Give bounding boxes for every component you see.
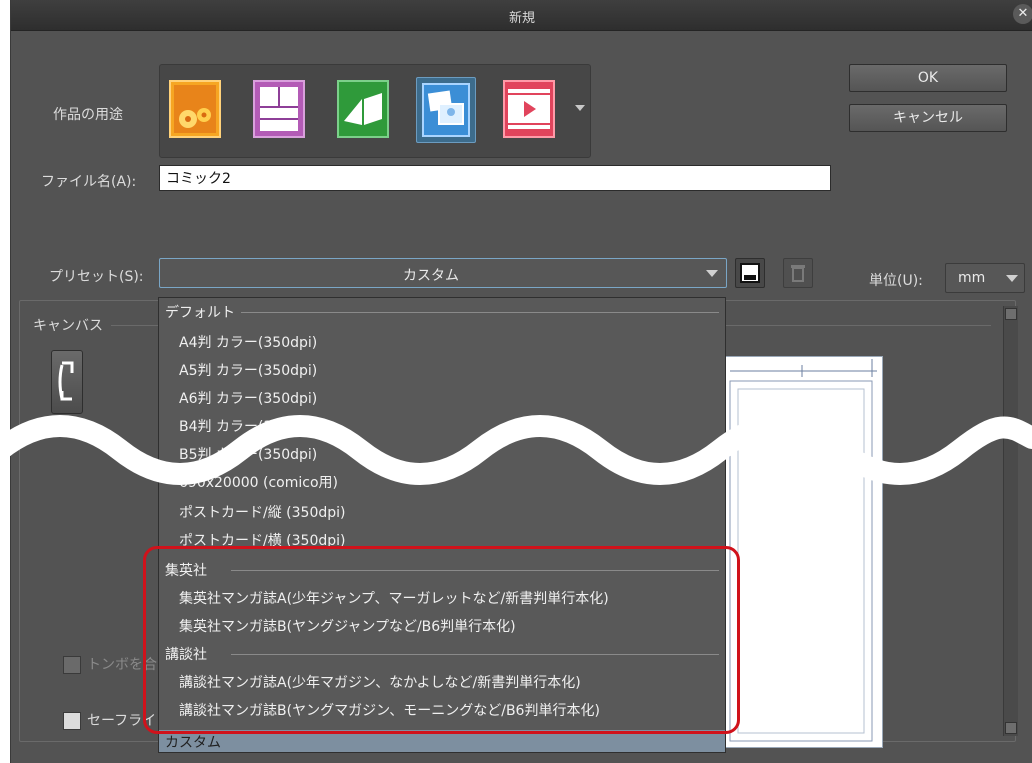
- preset-label: プリセット(S):: [49, 269, 144, 285]
- chevron-down-icon: [706, 270, 718, 277]
- preset-option[interactable]: A4判 カラー(350dpi): [179, 332, 317, 352]
- comic-icon[interactable]: [250, 77, 308, 141]
- animation-icon[interactable]: [500, 77, 558, 141]
- preset-option[interactable]: ポストカード/縦 (350dpi): [179, 502, 345, 522]
- preset-value: カスタム: [403, 268, 459, 284]
- unit-label: 単位(U):: [869, 273, 923, 289]
- purpose-selector: [159, 64, 591, 158]
- book-icon[interactable]: [334, 77, 392, 141]
- illustration-icon[interactable]: [166, 77, 224, 141]
- photo-icon[interactable]: [416, 77, 476, 143]
- checkbox[interactable]: [63, 712, 81, 730]
- chevron-down-icon: [1006, 275, 1018, 282]
- purpose-label: 作品の用途: [53, 107, 123, 123]
- close-icon[interactable]: ✕: [1013, 4, 1032, 24]
- rotate-orientation-button[interactable]: [51, 350, 83, 414]
- scrollbar[interactable]: [1003, 306, 1018, 736]
- scroll-down-icon[interactable]: [1005, 722, 1017, 734]
- cancel-button[interactable]: キャンセル: [849, 104, 1007, 132]
- filename-label: ファイル名(A):: [41, 174, 137, 190]
- filename-input[interactable]: コミック2: [159, 165, 831, 191]
- unit-value: mm: [958, 270, 986, 286]
- trash-icon[interactable]: [783, 258, 813, 288]
- save-preset-icon[interactable]: [735, 258, 765, 288]
- ok-button[interactable]: OK: [849, 64, 1007, 92]
- preset-option-custom-label: カスタム: [165, 735, 221, 751]
- preset-option[interactable]: A6判 カラー(350dpi): [179, 388, 317, 408]
- chevron-down-icon[interactable]: [575, 105, 585, 111]
- wave-break-decoration: [0, 415, 1032, 485]
- group-header-default: デフォルト: [165, 305, 235, 321]
- title-bar[interactable]: 新規 ✕: [11, 0, 1032, 31]
- unit-select[interactable]: mm: [945, 263, 1025, 293]
- preset-option[interactable]: A5判 カラー(350dpi): [179, 360, 317, 380]
- dialog-title: 新規: [508, 11, 535, 26]
- canvas-legend: キャンバス: [33, 315, 109, 335]
- group-rule: [241, 312, 719, 313]
- preset-select[interactable]: カスタム: [159, 258, 727, 288]
- scroll-up-icon[interactable]: [1005, 308, 1017, 320]
- checkbox[interactable]: [63, 656, 81, 674]
- highlight-frame: [143, 546, 740, 734]
